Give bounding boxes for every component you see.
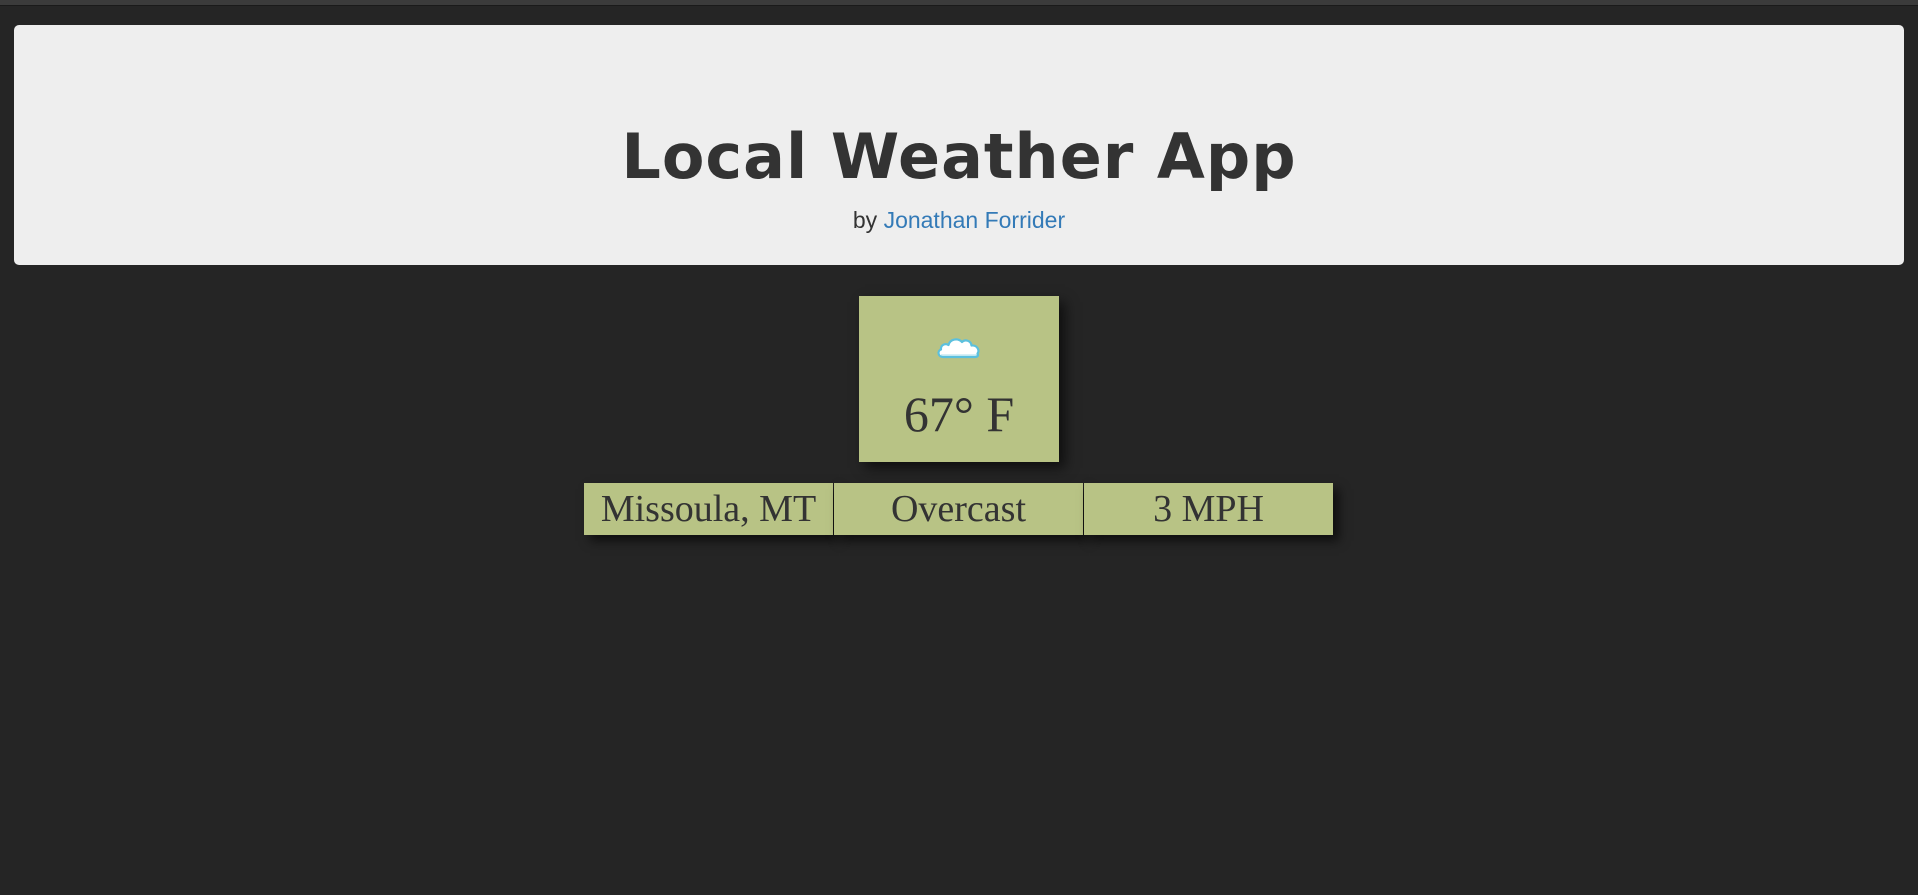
byline-prefix: by [852, 207, 878, 233]
author-link[interactable]: Jonathan Forrider [884, 207, 1066, 233]
byline: by Jonathan Forrider [14, 205, 1904, 235]
location-box: Missoula, MT [584, 483, 833, 535]
weather-info-row: Missoula, MT Overcast 3 MPH [584, 483, 1334, 535]
condition-box: Overcast [834, 483, 1083, 535]
app-title: Local Weather App [621, 120, 1297, 193]
temperature-card: 67° F [859, 296, 1059, 462]
cloud-icon [937, 338, 980, 359]
temperature-value: 67° F [903, 386, 1015, 442]
window-top-border [0, 0, 1918, 6]
wind-speed-box: 3 MPH [1084, 483, 1333, 535]
header-banner: Local Weather App by Jonathan Forrider [14, 25, 1904, 265]
